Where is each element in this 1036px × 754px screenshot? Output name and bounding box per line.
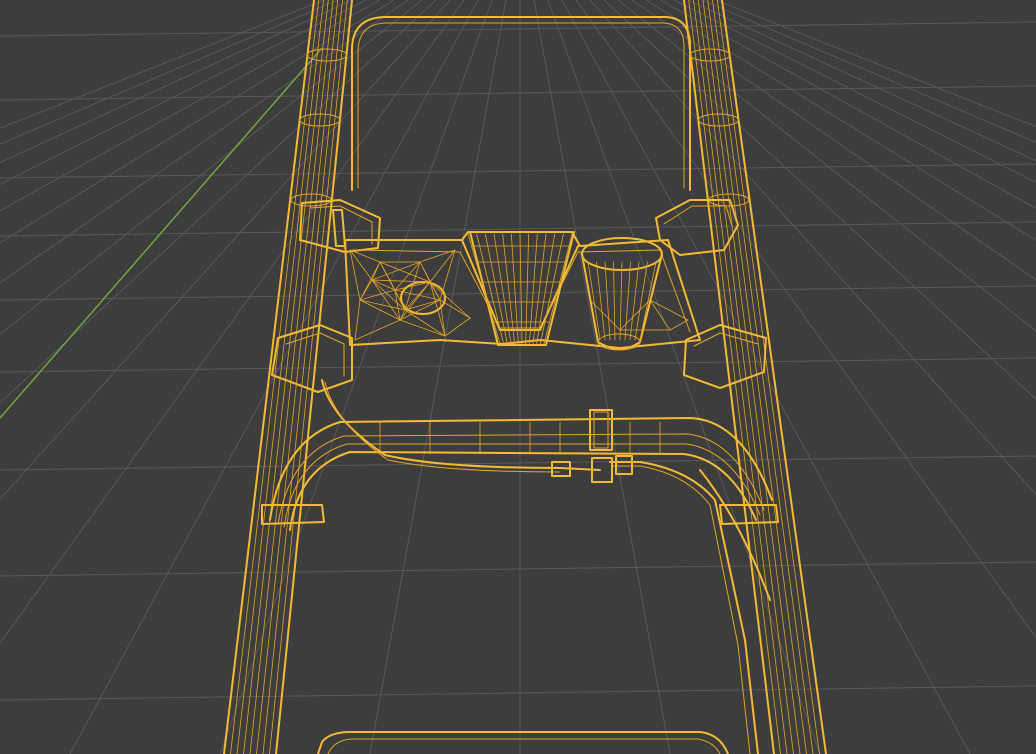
grid-line bbox=[0, 0, 409, 284]
mesh-edge bbox=[429, 249, 456, 283]
grid-line bbox=[561, 0, 971, 754]
cup-edge bbox=[624, 261, 631, 341]
mesh-edge bbox=[649, 299, 671, 331]
grid-line bbox=[0, 0, 381, 212]
grid-line bbox=[69, 0, 479, 754]
grid-line bbox=[645, 0, 1036, 241]
mesh-edge bbox=[359, 299, 401, 321]
lower-joint-brackets bbox=[271, 324, 767, 393]
cup-edge bbox=[613, 261, 616, 341]
3d-viewport[interactable] bbox=[0, 0, 1036, 754]
tube-edge bbox=[712, 0, 814, 754]
tube-edge bbox=[716, 0, 820, 754]
grid-line bbox=[533, 0, 671, 754]
grid-line bbox=[0, 85, 1036, 101]
grid-line bbox=[715, 0, 1036, 128]
top-handle-bar[interactable] bbox=[351, 16, 691, 191]
tube-edge bbox=[243, 0, 329, 754]
mesh-edge bbox=[354, 319, 401, 341]
right-frame-tube[interactable] bbox=[683, 0, 827, 754]
mesh-edge bbox=[439, 299, 471, 319]
left-frame-tube[interactable] bbox=[223, 0, 353, 754]
grid-line bbox=[589, 0, 1036, 496]
grid-line bbox=[0, 221, 1036, 237]
grid-line bbox=[0, 21, 1036, 37]
grid-line bbox=[0, 285, 1036, 301]
grid-line bbox=[0, 561, 1036, 577]
floor-grid bbox=[0, 0, 1036, 754]
cup-edge bbox=[596, 261, 606, 341]
mesh-edge bbox=[354, 299, 361, 341]
grid-line bbox=[369, 0, 507, 754]
cup-edge bbox=[634, 261, 648, 341]
tube-edge bbox=[688, 0, 781, 754]
tube-edge bbox=[693, 0, 788, 754]
grid-line bbox=[0, 357, 1036, 373]
cone-edge bbox=[467, 233, 501, 345]
grid-line bbox=[617, 0, 1036, 332]
mesh-edge bbox=[399, 319, 446, 337]
mesh-edge bbox=[444, 317, 471, 337]
mesh-edge bbox=[371, 279, 431, 283]
tube-edge bbox=[707, 0, 807, 754]
grid-line bbox=[0, 0, 395, 244]
tube-edge bbox=[269, 0, 348, 754]
grid-line bbox=[603, 0, 1036, 400]
grid-line bbox=[0, 685, 1036, 701]
seat-storage-basket[interactable] bbox=[344, 231, 701, 349]
tube-edge bbox=[249, 0, 334, 754]
mesh-edge bbox=[349, 249, 361, 301]
cup-edge bbox=[629, 261, 640, 341]
grid-line bbox=[0, 0, 465, 644]
cup-edge bbox=[639, 261, 657, 341]
cup-edge bbox=[604, 261, 611, 341]
mesh-edge bbox=[669, 319, 689, 331]
grid-line bbox=[219, 0, 493, 754]
cone-edge bbox=[476, 233, 505, 345]
grid-line bbox=[0, 0, 437, 404]
viewport-canvas[interactable] bbox=[0, 0, 1036, 754]
grid-line bbox=[0, 0, 367, 186]
grid-line bbox=[0, 163, 1036, 179]
cone-edge bbox=[543, 233, 573, 345]
